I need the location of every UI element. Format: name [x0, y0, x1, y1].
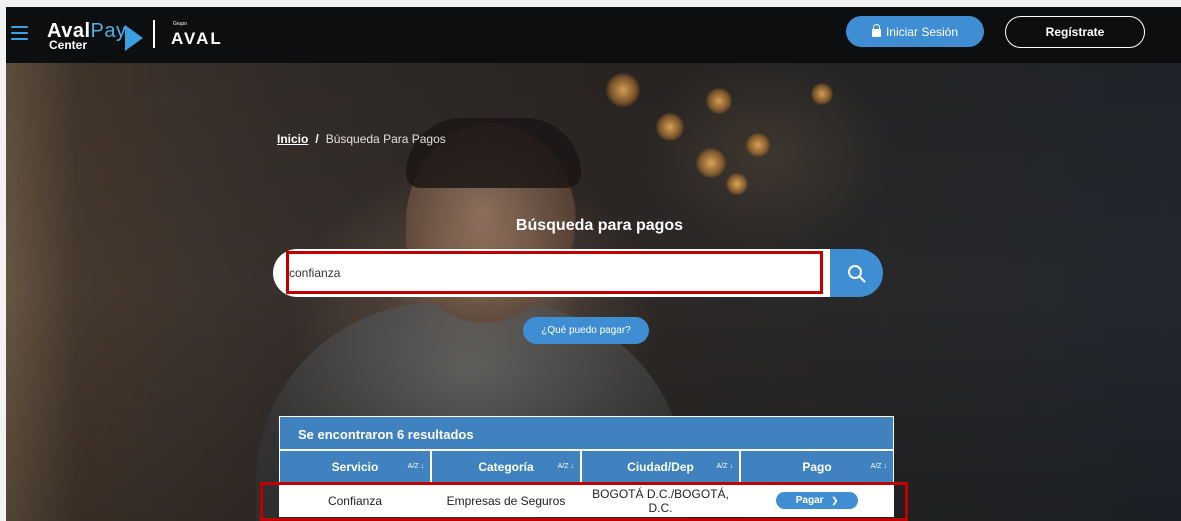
column-servicio[interactable]: Servicio A/Z ↓	[279, 450, 431, 484]
logo-group-small: Grupo	[173, 21, 187, 27]
lock-icon	[871, 23, 881, 37]
app-frame: AvalPay Center Grupo AVAL Iniciar Sesión…	[6, 7, 1181, 521]
hamburger-menu-icon[interactable]	[11, 26, 28, 40]
column-pago[interactable]: Pago A/Z ↓	[740, 450, 894, 484]
what-can-i-pay-label: ¿Qué puedo pagar?	[541, 325, 631, 336]
register-label: Regístrate	[1045, 25, 1105, 39]
login-label: Iniciar Sesión	[885, 24, 959, 39]
column-ciudad[interactable]: Ciudad/Dep A/Z ↓	[581, 450, 740, 484]
search-icon	[848, 265, 866, 283]
column-label: Categoría	[478, 460, 534, 474]
breadcrumb-current: Búsqueda Para Pagos	[325, 132, 446, 146]
top-navbar: AvalPay Center Grupo AVAL Iniciar Sesión…	[6, 7, 1181, 63]
column-categoria[interactable]: Categoría A/Z ↓	[431, 450, 581, 484]
what-can-i-pay-button[interactable]: ¿Qué puedo pagar?	[523, 317, 649, 344]
hero-background: Inicio / Búsqueda Para Pagos Búsqueda para…	[6, 63, 1181, 521]
login-button[interactable]: Iniciar Sesión	[846, 16, 984, 47]
results-columns: Servicio A/Z ↓ Categoría A/Z ↓ Ciudad/De…	[279, 450, 894, 484]
sort-icon: A/Z ↓	[716, 463, 733, 470]
search-title-wrap: Búsqueda para pagos	[6, 217, 1181, 235]
column-label: Ciudad/Dep	[627, 460, 694, 474]
column-label: Pago	[802, 460, 832, 474]
sort-icon: A/Z ↓	[870, 463, 887, 470]
register-button[interactable]: Regístrate	[1005, 16, 1145, 48]
logo-sub: Center	[49, 38, 88, 52]
logo-divider	[153, 20, 155, 48]
search-highlight-box	[286, 251, 823, 294]
search-title: Búsqueda para pagos	[515, 217, 684, 234]
logo-group: AVAL	[171, 29, 223, 48]
sort-icon: A/Z ↓	[557, 463, 574, 470]
logo-chevron-icon	[125, 25, 143, 51]
row-highlight-box	[260, 482, 908, 521]
logo-brand-pay: Pay	[90, 20, 127, 42]
search-button[interactable]	[830, 249, 883, 297]
results-summary: Se encontraron 6 resultados	[279, 416, 894, 450]
sort-icon: A/Z ↓	[407, 463, 424, 470]
breadcrumb: Inicio / Búsqueda Para Pagos	[277, 132, 446, 146]
breadcrumb-separator: /	[315, 132, 319, 146]
column-label: Servicio	[331, 460, 379, 474]
avalpay-logo[interactable]: AvalPay Center Grupo AVAL	[47, 19, 227, 53]
breadcrumb-home-link[interactable]: Inicio	[277, 132, 308, 146]
